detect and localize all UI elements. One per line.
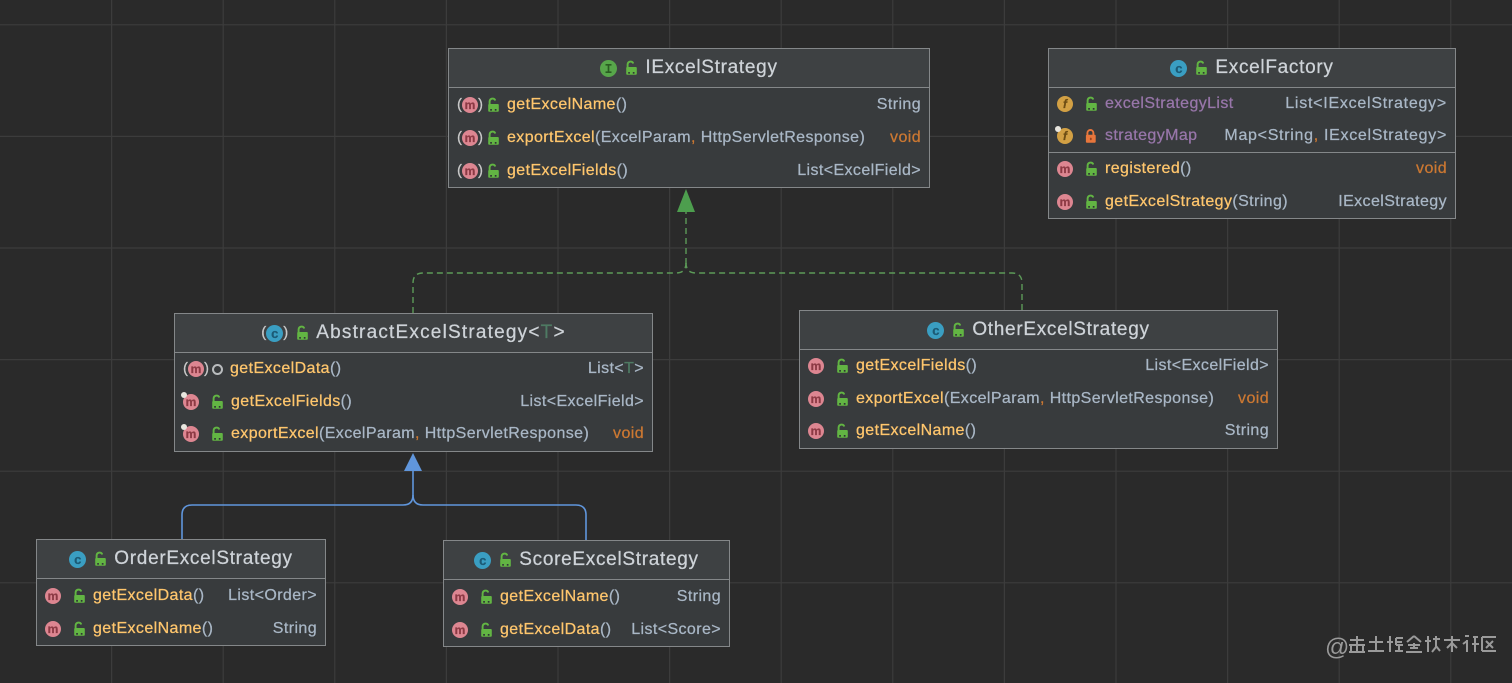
svg-text:@: @: [1326, 634, 1349, 661]
